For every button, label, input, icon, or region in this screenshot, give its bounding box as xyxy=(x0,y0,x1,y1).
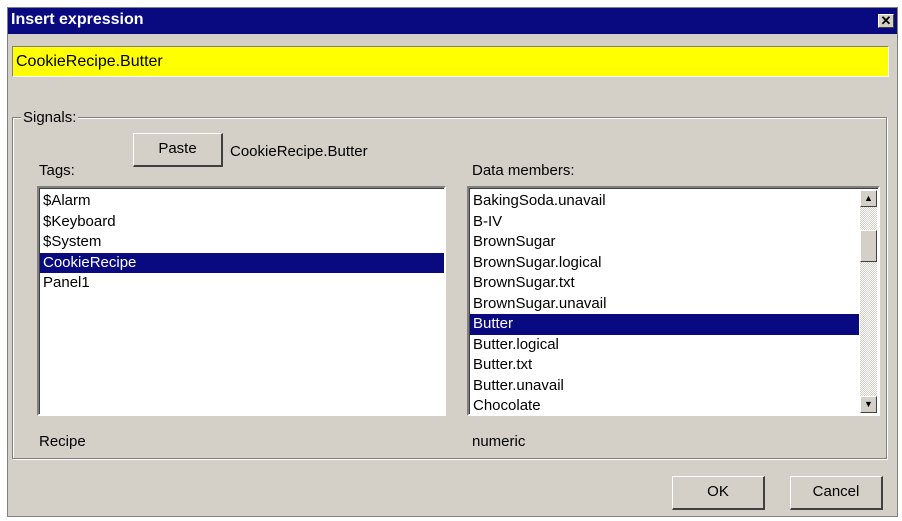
scroll-up-icon[interactable]: ▲ xyxy=(860,190,877,207)
tag-list-item[interactable]: $Alarm xyxy=(40,191,444,212)
tags-listbox[interactable]: $Alarm $Keyboard $System CookieRecipe Panel1 xyxy=(37,186,446,416)
member-list-item[interactable]: Chocolate xyxy=(470,396,859,414)
members-scrollbar[interactable]: ▲ ▼ xyxy=(860,190,877,413)
tag-list-item[interactable]: $System xyxy=(40,232,444,253)
ok-button[interactable]: OK xyxy=(672,476,765,510)
cancel-button[interactable]: Cancel xyxy=(790,476,883,510)
close-icon[interactable]: ✕ xyxy=(878,14,894,28)
paste-button[interactable]: Paste xyxy=(133,133,223,167)
member-list-item[interactable]: BakingSoda.unavail xyxy=(470,191,859,212)
member-list-item[interactable]: Butter.unavail xyxy=(470,376,859,397)
member-type-text: numeric xyxy=(472,433,526,450)
signals-group-label: Signals: xyxy=(21,109,79,126)
member-list-item[interactable]: BrownSugar xyxy=(470,232,859,253)
member-list-item[interactable]: Butter.txt xyxy=(470,355,859,376)
member-list-item[interactable]: BrownSugar.unavail xyxy=(470,294,859,315)
member-list-item[interactable]: BrownSugar.logical xyxy=(470,253,859,274)
member-list-item[interactable]: BrownSugar.txt xyxy=(470,273,859,294)
title-bar[interactable]: Insert expression ✕ xyxy=(8,8,897,34)
expression-field[interactable]: CookieRecipe.Butter xyxy=(12,46,889,77)
tags-label: Tags: xyxy=(39,162,75,179)
scroll-down-icon[interactable]: ▼ xyxy=(860,396,877,413)
tag-list-item[interactable]: $Keyboard xyxy=(40,212,444,233)
member-list-item[interactable]: B-IV xyxy=(470,212,859,233)
tag-list-item[interactable]: Panel1 xyxy=(40,273,444,294)
tag-list-item[interactable]: CookieRecipe xyxy=(40,252,444,273)
window-title: Insert expression xyxy=(11,11,144,28)
data-members-label: Data members: xyxy=(472,162,575,179)
current-signal-text: CookieRecipe.Butter xyxy=(230,143,368,160)
member-list-item[interactable]: Butter.logical xyxy=(470,335,859,356)
data-members-listbox[interactable]: BakingSoda.unavail B-IV BrownSugar BrownSug… xyxy=(467,186,880,416)
scroll-thumb[interactable] xyxy=(860,230,877,262)
tag-type-text: Recipe xyxy=(39,433,86,450)
member-list-item[interactable]: Butter xyxy=(470,314,859,335)
